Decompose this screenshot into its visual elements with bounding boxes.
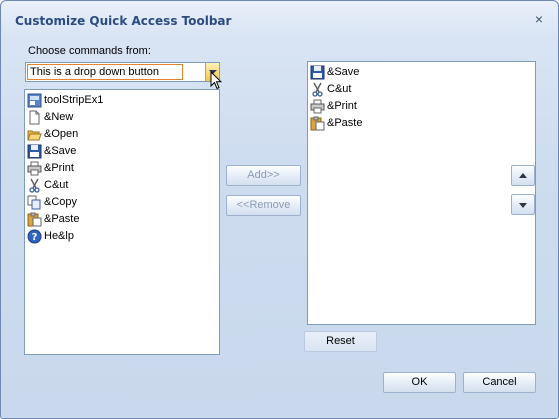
- copy-icon: [27, 195, 42, 210]
- toolbar-commands-list[interactable]: &Save C&ut &Print &Paste: [307, 61, 536, 325]
- remove-button[interactable]: <<Remove: [226, 195, 301, 216]
- cancel-button[interactable]: Cancel: [463, 372, 536, 393]
- list-item-label: &Save: [44, 145, 77, 157]
- list-item-label: &Paste: [327, 117, 363, 129]
- commands-dropdown[interactable]: This is a drop down button: [25, 62, 220, 82]
- list-item-label: &Open: [44, 128, 79, 140]
- list-item-label: &Save: [327, 66, 360, 78]
- list-item-label: &Print: [327, 100, 357, 112]
- help-icon: ?: [27, 229, 42, 244]
- list-item-label: C&ut: [327, 83, 352, 95]
- dialog-window: Customize Quick Access Toolbar × Choose …: [0, 0, 559, 419]
- printer-icon: [27, 161, 42, 176]
- list-item-label: &New: [44, 111, 74, 123]
- list-item-label: &Copy: [44, 196, 78, 208]
- list-item-label: &Paste: [44, 213, 80, 225]
- move-down-button[interactable]: [511, 194, 535, 215]
- title-bar[interactable]: Customize Quick Access Toolbar ×: [1, 1, 558, 41]
- svg-text:?: ?: [32, 232, 38, 243]
- toolstrip-icon: [27, 93, 42, 108]
- choose-commands-label: Choose commands from:: [28, 45, 151, 57]
- scissors-icon: [27, 178, 42, 193]
- close-button[interactable]: ×: [530, 10, 548, 28]
- printer-icon: [310, 99, 325, 114]
- available-commands-list[interactable]: toolStripEx1 &New &Open &Save &Print C&ut &Cop…: [24, 89, 220, 355]
- list-item-label: toolStripEx1: [44, 94, 104, 106]
- list-item-label: He&lp: [44, 230, 74, 242]
- mouse-cursor-icon: [210, 71, 222, 90]
- list-item-label: C&ut: [44, 179, 69, 191]
- dialog-title: Customize Quick Access Toolbar: [15, 14, 232, 28]
- paste-icon: [310, 116, 325, 131]
- add-button[interactable]: Add>>: [226, 165, 301, 186]
- scissors-icon: [310, 82, 325, 97]
- dropdown-value: This is a drop down button: [27, 64, 183, 80]
- save-disk-icon: [27, 144, 42, 159]
- open-folder-icon: [27, 127, 42, 142]
- move-up-button[interactable]: [511, 165, 535, 186]
- new-document-icon: [27, 110, 42, 125]
- list-item-label: &Print: [44, 162, 74, 174]
- reset-button[interactable]: Reset: [304, 331, 377, 352]
- ok-button[interactable]: OK: [383, 372, 456, 393]
- paste-icon: [27, 212, 42, 227]
- save-disk-icon: [310, 65, 325, 80]
